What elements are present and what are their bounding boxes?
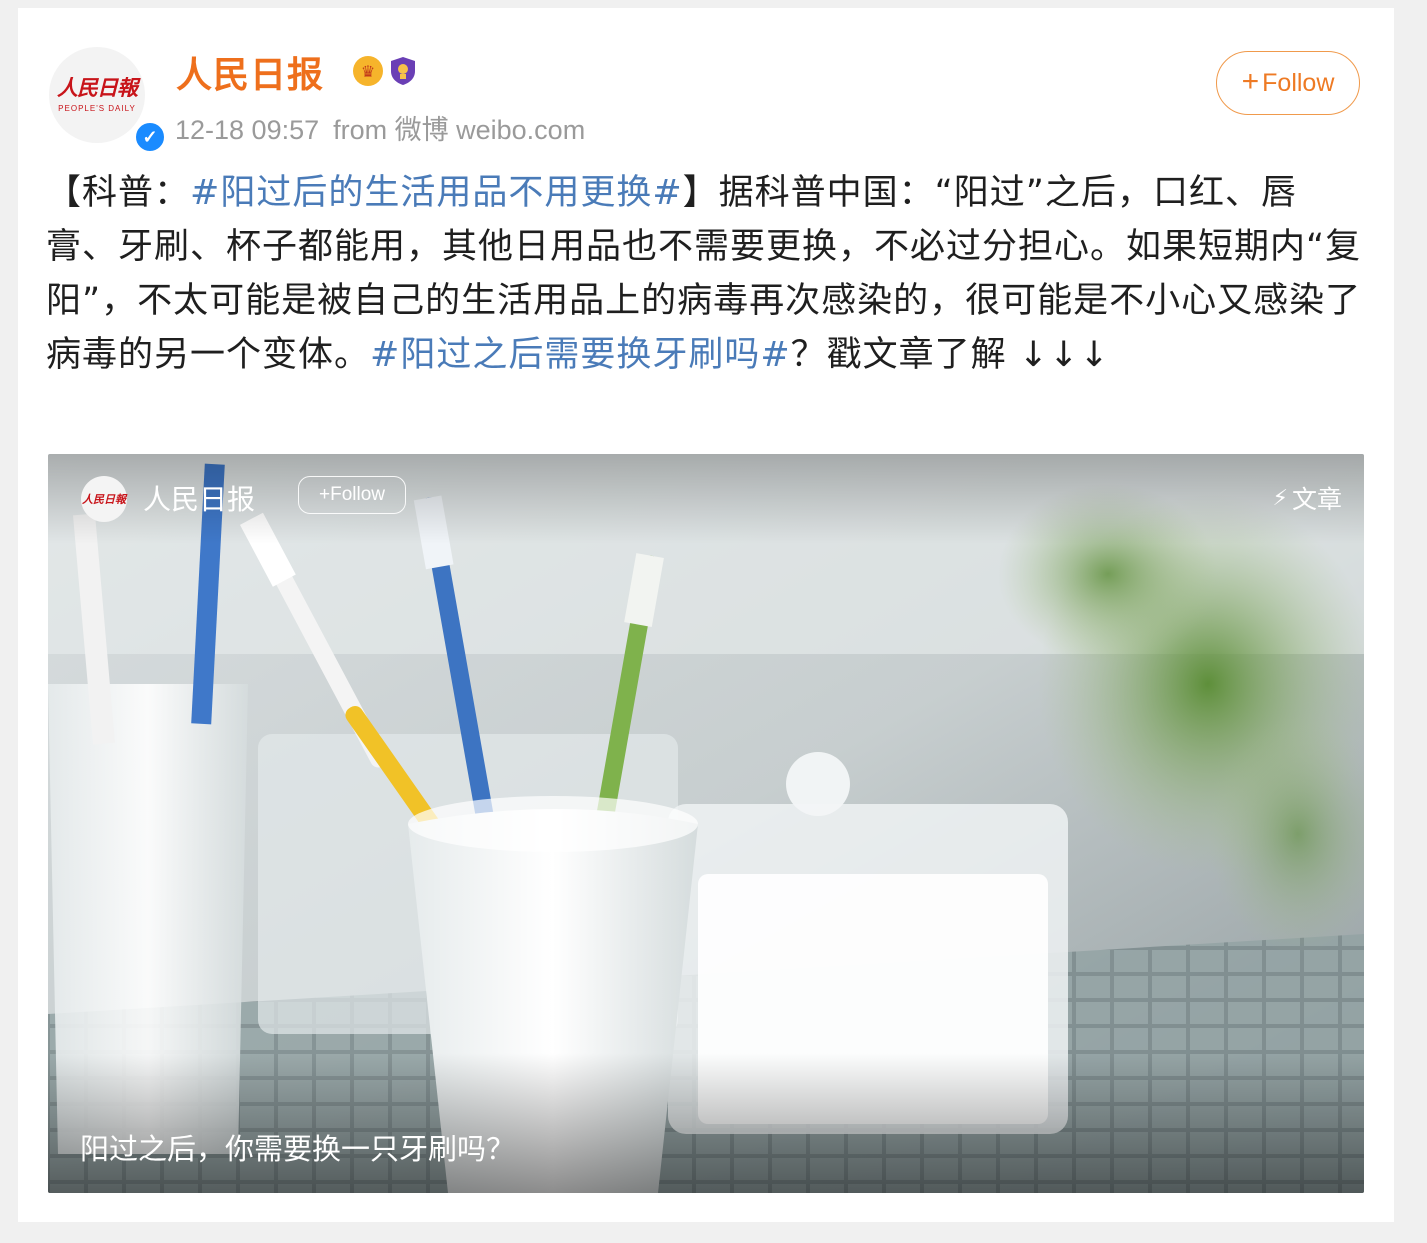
content-prefix: 【科普： (46, 173, 191, 213)
article-card[interactable]: 人民日報 人民日报 +Follow ⚡ 文章 阳过之后，你需要换一只牙刷吗？ (48, 454, 1364, 1193)
avatar[interactable]: 人民日報 PEOPLE'S DAILY (49, 47, 145, 143)
avatar-logo-subtext: PEOPLE'S DAILY (58, 103, 136, 113)
article-caption[interactable]: 阳过之后，你需要换一只牙刷吗？ (80, 1126, 515, 1168)
hashtag-link[interactable]: #阳过后的生活用品不用更换# (190, 173, 683, 213)
crown-icon[interactable]: ♛ (353, 56, 383, 86)
follow-button[interactable]: + Follow (1216, 51, 1360, 115)
hashtag-link[interactable]: #阳过之后需要换牙刷吗# (370, 335, 791, 375)
article-follow-button[interactable]: +Follow (298, 476, 406, 514)
article-badge: ⚡ 文章 (1273, 480, 1342, 516)
username[interactable]: 人民日报 (176, 46, 324, 98)
shield-icon[interactable] (388, 55, 418, 87)
article-account-name[interactable]: 人民日报 (143, 478, 255, 518)
lightning-icon: ⚡ (1272, 485, 1288, 511)
plus-icon: + (1241, 64, 1260, 98)
content-suffix: ？戳文章了解 ↓↓↓ (790, 335, 1110, 375)
follow-label: Follow (1262, 68, 1335, 97)
article-avatar[interactable]: 人民日報 (81, 476, 127, 522)
post-timestamp[interactable]: 12-18 09:57 (175, 115, 319, 145)
post-meta: 12-18 09:57 from 微博 weibo.com (175, 108, 599, 147)
verified-icon: ✓ (133, 120, 167, 154)
article-label: 文章 (1291, 485, 1342, 514)
weibo-post-card: 人民日報 PEOPLE'S DAILY ✓ 人民日报 ♛ 12-18 09:57… (18, 8, 1394, 1222)
post-source: from 微博 weibo.com (333, 115, 586, 145)
post-content: 【科普：#阳过后的生活用品不用更换#】据科普中国：“阳过”之后，口红、唇膏、牙刷… (46, 166, 1366, 382)
avatar-logo-text: 人民日報 (57, 74, 138, 100)
